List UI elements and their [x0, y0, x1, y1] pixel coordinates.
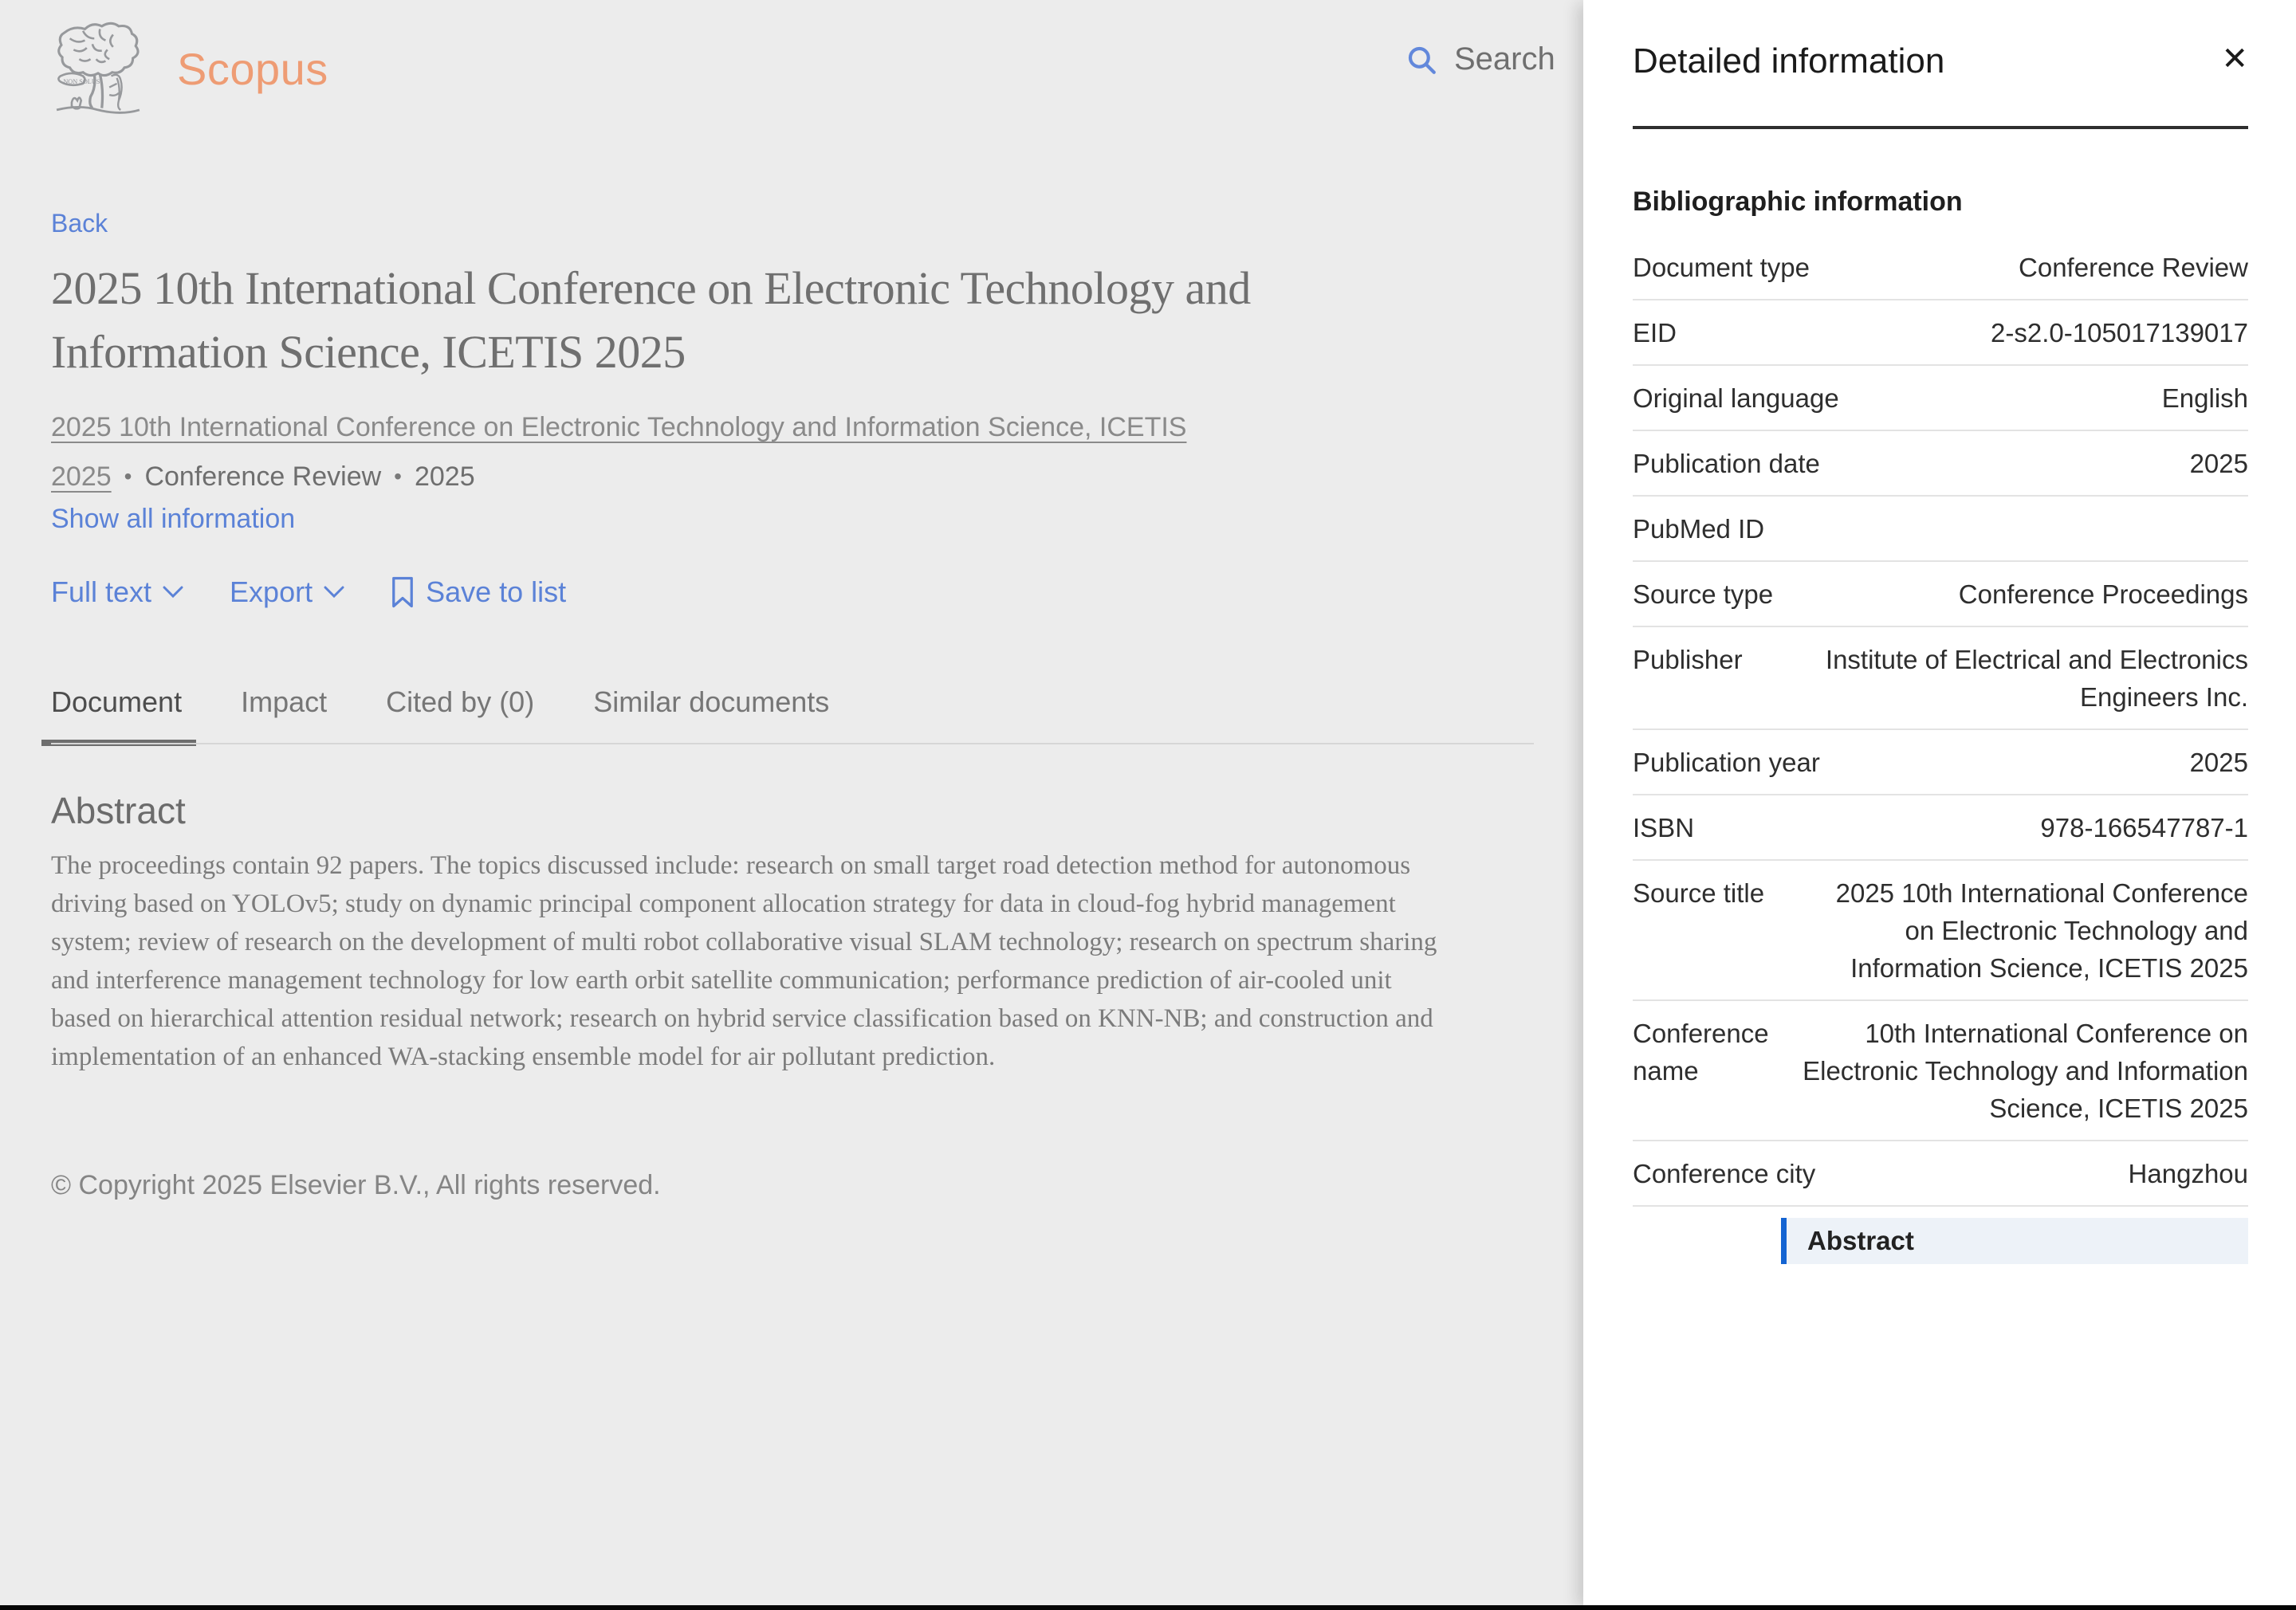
full-text-dropdown[interactable]: Full text — [51, 575, 183, 609]
row-value: 2-s2.0-105017139017 — [1991, 318, 2248, 348]
back-link[interactable]: Back — [51, 209, 108, 238]
detail-row: Original language English — [1633, 366, 2248, 431]
row-label: Conference city — [1633, 1159, 1816, 1188]
row-value: 2025 — [2189, 449, 2248, 478]
chevron-down-icon — [324, 585, 344, 599]
row-value: 10th International Conference on Electro… — [1803, 1019, 2248, 1123]
document-tabs: Document Impact Cited by (0) Similar docume… — [41, 685, 829, 746]
detail-row: ISBN 978-166547787-1 — [1633, 795, 2248, 861]
row-label: Source title — [1633, 878, 1765, 908]
export-label: Export — [230, 575, 313, 608]
row-value: 978-166547787-1 — [2040, 813, 2248, 842]
row-label: Publisher — [1633, 645, 1743, 674]
export-dropdown[interactable]: Export — [230, 575, 344, 609]
separator-dot: • — [394, 464, 402, 489]
save-to-list-label: Save to list — [426, 575, 567, 608]
detail-row: EID 2-s2.0-105017139017 — [1633, 300, 2248, 366]
row-label: Document type — [1633, 253, 1810, 282]
action-bar: Full text Export Save to list — [51, 575, 566, 609]
row-label: Original language — [1633, 383, 1839, 413]
row-label: Conference name — [1633, 1019, 1769, 1086]
elsevier-tree-logo-icon[interactable]: NON SOLUS — [51, 21, 145, 116]
full-text-label: Full text — [51, 575, 152, 608]
panel-header-divider — [1633, 126, 2248, 129]
detail-row: Conference city Hangzhou — [1633, 1141, 2248, 1207]
tab-impact[interactable]: Impact — [241, 685, 327, 746]
detail-row: Publication date 2025 — [1633, 431, 2248, 497]
row-value: Conference Proceedings — [1958, 579, 2248, 609]
close-icon[interactable]: ✕ — [2221, 41, 2248, 77]
publication-year-label: 2025 — [414, 461, 475, 492]
detail-row: Publisher Institute of Electrical and Ele… — [1633, 627, 2248, 730]
bibliographic-information-heading: Bibliographic information — [1633, 187, 1963, 217]
tab-cited-by-0-[interactable]: Cited by (0) — [386, 685, 534, 746]
document-type-label: Conference Review — [144, 461, 382, 492]
abstract-heading: Abstract — [51, 790, 186, 831]
svg-text:NON SOLUS: NON SOLUS — [63, 78, 100, 85]
chevron-down-icon — [163, 585, 183, 599]
row-value: Institute of Electrical and Electronics … — [1825, 645, 2248, 712]
row-value: 2025 — [2189, 748, 2248, 777]
bottom-screen-edge — [0, 1605, 2296, 1610]
scopus-brand-name[interactable]: Scopus — [177, 43, 328, 95]
tabs-baseline-divider — [51, 743, 1534, 744]
bookmark-icon — [391, 576, 415, 608]
row-value: English — [2161, 383, 2248, 413]
row-label: Publication date — [1633, 449, 1820, 478]
separator-dot: • — [124, 464, 132, 489]
row-label: Publication year — [1633, 748, 1820, 777]
bibliographic-rows: Document type Conference Review EID 2-s2.0-… — [1633, 235, 2248, 1207]
detail-row: Source title 2025 10th International Conf… — [1633, 861, 2248, 1001]
row-label: EID — [1633, 318, 1677, 348]
search-label: Search — [1454, 41, 1555, 77]
panel-header: Detailed information ✕ — [1633, 41, 2248, 81]
detail-row: Source type Conference Proceedings — [1633, 562, 2248, 627]
row-value: Hangzhou — [2128, 1159, 2248, 1188]
row-label: Source type — [1633, 579, 1774, 609]
panel-nav-item-abstract[interactable]: Abstract — [1781, 1218, 2248, 1264]
tab-similar-documents[interactable]: Similar documents — [593, 685, 829, 746]
row-label: PubMed ID — [1633, 514, 1765, 544]
search-button[interactable]: Search — [1405, 41, 1555, 77]
abstract-text: The proceedings contain 92 papers. The t… — [51, 851, 1437, 1071]
main-content-area: NON SOLUS Scopus Search Back 2025 10th I… — [0, 0, 1583, 1610]
row-value: Conference Review — [2019, 253, 2248, 282]
row-value: 2025 10th International Conference on El… — [1835, 878, 2248, 983]
detail-row: PubMed ID — [1633, 497, 2248, 562]
brand-row: NON SOLUS Scopus — [51, 21, 328, 116]
detail-row: Publication year 2025 — [1633, 730, 2248, 795]
save-to-list-button[interactable]: Save to list — [391, 575, 566, 609]
detail-row: Conference name 10th International Confer… — [1633, 1001, 2248, 1141]
detail-row: Document type Conference Review — [1633, 235, 2248, 300]
row-label: ISBN — [1633, 813, 1695, 842]
document-byline: 2025 10th International Conference on El… — [51, 402, 1303, 501]
search-icon — [1405, 43, 1438, 77]
document-title: 2025 10th International Conference on El… — [51, 262, 1251, 378]
tab-document[interactable]: Document — [41, 685, 197, 746]
panel-title: Detailed information — [1633, 41, 1945, 80]
detailed-information-panel: Detailed information ✕ Bibliographic inf… — [1583, 0, 2296, 1610]
copyright-notice: © Copyright 2025 Elsevier B.V., All righ… — [51, 1170, 661, 1200]
show-all-information-link[interactable]: Show all information — [51, 504, 295, 535]
